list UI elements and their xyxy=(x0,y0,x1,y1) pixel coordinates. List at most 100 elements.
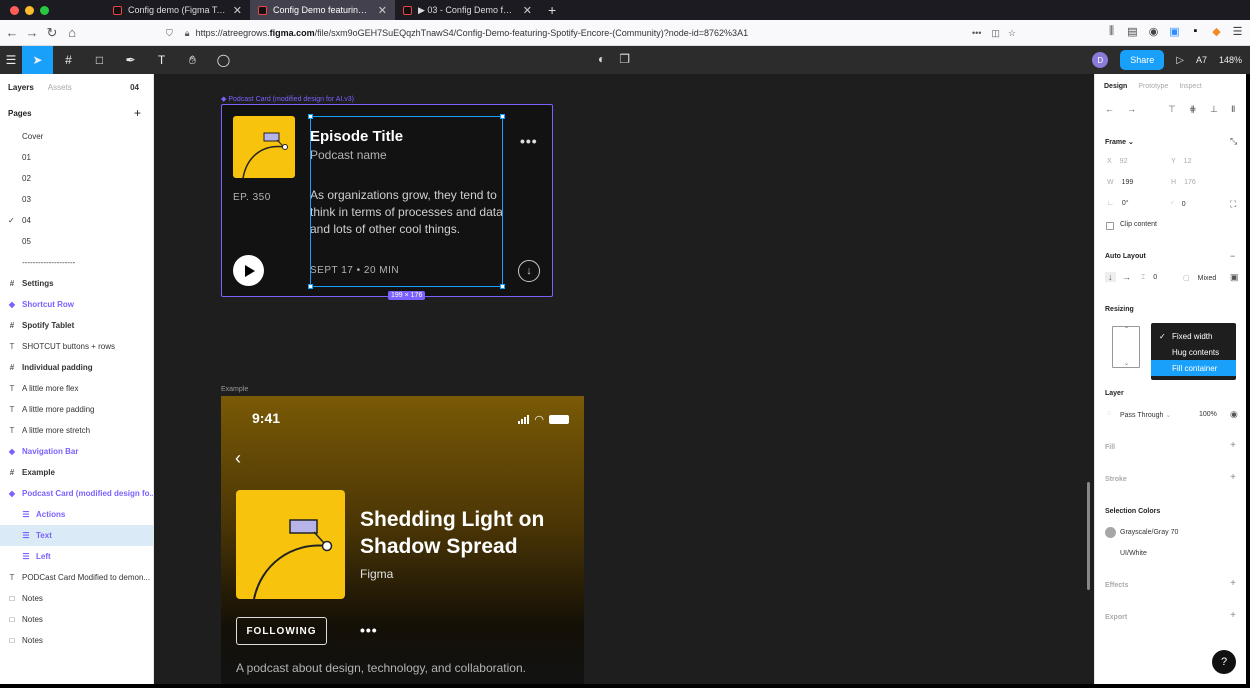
page-item[interactable]: Cover xyxy=(0,126,153,147)
visibility-eye-icon[interactable]: ◉ xyxy=(1230,409,1238,420)
components-icon[interactable]: ❐ xyxy=(619,52,630,66)
align-bottom-icon[interactable]: ⊥ xyxy=(1210,104,1218,115)
text-tool-icon[interactable]: T xyxy=(146,46,177,74)
add-page-icon[interactable]: + xyxy=(134,106,141,120)
close-tab-icon[interactable]: ✕ xyxy=(378,4,387,17)
layer-item[interactable]: ◆ Shortcut Row xyxy=(0,294,153,315)
show-more-options-icon[interactable]: ••• xyxy=(360,622,378,638)
constraints-icon[interactable]: ⤡ xyxy=(1230,136,1237,147)
resizing-dropdown[interactable]: ✓ Fixed width Hug contents Fill container xyxy=(1151,323,1236,380)
add-fill-icon[interactable]: + xyxy=(1230,440,1236,451)
page-item[interactable]: ✓ 04 xyxy=(0,210,153,231)
menu-icon[interactable]: ☰ xyxy=(1231,25,1244,38)
present-icon[interactable]: ▷ xyxy=(1176,55,1184,66)
option-fixed-width[interactable]: ✓ Fixed width xyxy=(1151,328,1236,344)
more-icon[interactable]: ••• xyxy=(972,28,981,38)
width-field[interactable]: W 199 xyxy=(1107,179,1133,186)
layer-item[interactable]: ☰ Left xyxy=(0,546,153,567)
example-frame-label[interactable]: Example xyxy=(221,386,248,393)
option-fill-container[interactable]: Fill container xyxy=(1151,360,1236,376)
new-tab-icon[interactable]: + xyxy=(540,2,564,18)
shape-tool-icon[interactable]: □ xyxy=(84,46,115,74)
corner-radius-field[interactable]: ◜ 0 xyxy=(1171,200,1186,208)
zoom-level[interactable]: 148% xyxy=(1219,55,1242,65)
selection-box[interactable] xyxy=(310,116,503,287)
layer-item[interactable]: # Settings xyxy=(0,273,153,294)
bookmark-star-icon[interactable]: ☆ xyxy=(1008,28,1016,39)
opacity-field[interactable]: 100% xyxy=(1199,411,1217,418)
tab-assets[interactable]: Assets xyxy=(48,83,72,92)
more-options-icon[interactable]: ••• xyxy=(520,133,538,149)
layer-item[interactable]: □ Notes xyxy=(0,609,153,630)
layer-item[interactable]: # Individual padding xyxy=(0,357,153,378)
color-swatch-gray70[interactable] xyxy=(1105,527,1116,538)
main-menu-icon[interactable]: ☰ xyxy=(0,46,22,74)
resize-handle[interactable] xyxy=(500,114,505,119)
option-hug-contents[interactable]: Hug contents xyxy=(1151,344,1236,360)
maximize-window-button[interactable] xyxy=(40,5,49,15)
frame-tool-icon[interactable]: # xyxy=(53,46,84,74)
help-button[interactable]: ? xyxy=(1212,650,1236,674)
resize-handle[interactable] xyxy=(500,284,505,289)
download-button[interactable]: ↓ xyxy=(518,260,540,282)
layer-item[interactable]: □ Notes xyxy=(0,630,153,651)
forward-icon[interactable]: → xyxy=(22,25,42,40)
tab-prototype[interactable]: Prototype xyxy=(1138,83,1168,90)
layer-item[interactable]: ◆ Podcast Card (modified design fo... xyxy=(0,483,153,504)
zoom-extension-icon[interactable]: ▣ xyxy=(1168,25,1181,38)
layer-item[interactable]: T A little more stretch xyxy=(0,420,153,441)
contrast-icon[interactable]: ◐ xyxy=(598,52,605,66)
align-top-icon[interactable]: ⊤ xyxy=(1168,104,1176,115)
close-window-button[interactable] xyxy=(10,5,19,15)
podcast-card[interactable]: EP. 350 Episode Title Podcast name As or… xyxy=(221,104,553,300)
padding-field[interactable]: ▢ Mixed xyxy=(1183,274,1216,282)
browser-tab-0[interactable]: Config demo (Figma Today) (Co ✕ xyxy=(105,0,250,20)
minimize-window-button[interactable] xyxy=(25,5,34,15)
layer-item[interactable]: T SHOTCUT buttons + rows xyxy=(0,336,153,357)
frame-label[interactable]: ◆ Podcast Card (modified design for AI.v… xyxy=(221,95,354,103)
add-export-icon[interactable]: + xyxy=(1230,610,1236,621)
remove-auto-layout-icon[interactable]: − xyxy=(1230,251,1235,261)
x-field[interactable]: X 92 xyxy=(1107,158,1127,165)
direction-vertical-icon[interactable]: ↓ xyxy=(1105,272,1116,282)
layer-item[interactable]: ☰ Actions xyxy=(0,504,153,525)
library-icon[interactable]: ⫼ xyxy=(1105,25,1118,38)
blend-mode-select[interactable]: Pass Through ⌄ xyxy=(1120,411,1171,419)
align-middle-icon[interactable]: ⋕ xyxy=(1189,104,1197,115)
add-effect-icon[interactable]: + xyxy=(1230,578,1236,589)
page-item[interactable]: 01 xyxy=(0,147,153,168)
align-right-arrow-icon[interactable]: → xyxy=(1127,104,1136,114)
resizing-preview[interactable]: ⌃ ⌄ xyxy=(1112,326,1140,368)
layer-item[interactable]: T PODCast Card Modified to demon... xyxy=(0,567,153,588)
user-initials[interactable]: A7 xyxy=(1196,55,1207,65)
tab-design[interactable]: Design xyxy=(1104,83,1127,90)
resize-handle[interactable] xyxy=(308,284,313,289)
spacing-field[interactable]: ⌶ 0 xyxy=(1141,274,1157,282)
close-tab-icon[interactable]: ✕ xyxy=(233,4,242,17)
height-field[interactable]: H 176 xyxy=(1171,179,1196,186)
current-page-selector[interactable]: 04 xyxy=(130,83,139,92)
pocket-icon[interactable]: ◫ xyxy=(991,28,1000,39)
layer-item[interactable]: ☰ Text xyxy=(0,525,153,546)
align-left-arrow-icon[interactable]: ← xyxy=(1105,104,1114,114)
pen-tool-icon[interactable]: ✒ xyxy=(115,46,146,74)
color-name-white[interactable]: UI/White xyxy=(1120,550,1147,557)
add-stroke-icon[interactable]: + xyxy=(1230,472,1236,483)
home-icon[interactable]: ⌂ xyxy=(62,25,82,40)
address-bar[interactable]: ⛉ 🔒︎ https://atreegrows.figma.com/file/s… xyxy=(160,23,1020,43)
resize-handle[interactable] xyxy=(308,114,313,119)
layer-item[interactable]: □ Notes xyxy=(0,588,153,609)
tab-inspect[interactable]: Inspect xyxy=(1179,83,1202,90)
layer-item[interactable]: T A little more flex xyxy=(0,378,153,399)
distribute-icon[interactable]: Ⅱ xyxy=(1231,104,1235,115)
comment-tool-icon[interactable]: ◯ xyxy=(208,46,239,74)
show-publisher[interactable]: Figma xyxy=(360,567,393,581)
direction-horizontal-icon[interactable]: → xyxy=(1122,272,1131,282)
layer-item[interactable]: # Spotify Tablet xyxy=(0,315,153,336)
play-button[interactable] xyxy=(233,255,264,286)
page-item[interactable]: 03 xyxy=(0,189,153,210)
independent-corners-icon[interactable]: ⛶ xyxy=(1230,199,1236,210)
back-icon[interactable]: ← xyxy=(2,25,22,40)
tab-layers[interactable]: Layers xyxy=(8,83,34,92)
extension-p-icon[interactable]: ▪ xyxy=(1189,25,1202,38)
